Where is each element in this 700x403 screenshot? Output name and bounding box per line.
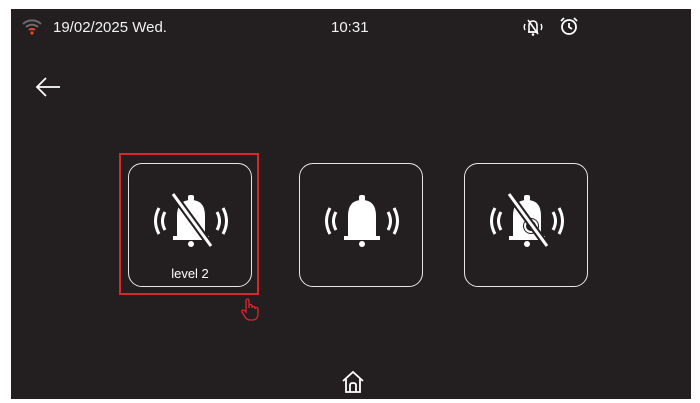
status-bar: 19/02/2025 Wed. 10:31 <box>11 9 691 47</box>
selection-highlight <box>119 153 259 295</box>
home-icon[interactable] <box>340 370 366 394</box>
hand-pointer-icon <box>241 298 259 321</box>
mode-button-ring[interactable] <box>299 163 423 287</box>
bell-ringing-icon <box>325 195 399 247</box>
back-arrow-icon[interactable] <box>34 75 62 99</box>
wifi-icon <box>22 19 42 35</box>
mute-bell-status-icon <box>523 19 543 36</box>
mode-button-timed-mute[interactable] <box>464 163 588 287</box>
device-screen: 19/02/2025 Wed. 10:31 level 2 <box>11 9 691 399</box>
alarm-clock-icon <box>560 17 578 35</box>
status-date: 19/02/2025 Wed. <box>53 19 167 36</box>
bell-off-timer-icon <box>490 191 564 249</box>
status-time: 10:31 <box>331 19 369 36</box>
